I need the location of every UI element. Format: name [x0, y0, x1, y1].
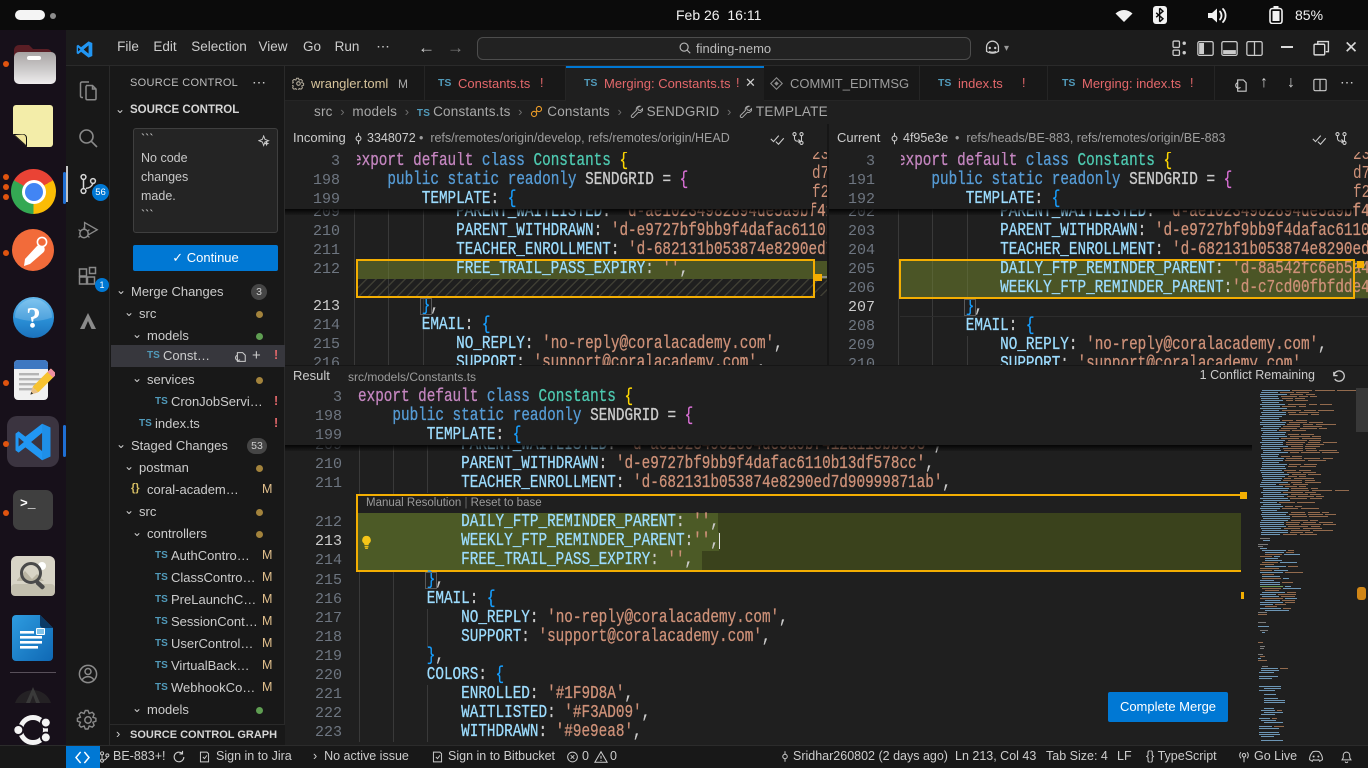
- svg-text:>_: >_: [20, 496, 36, 511]
- svg-text:?: ?: [26, 302, 41, 334]
